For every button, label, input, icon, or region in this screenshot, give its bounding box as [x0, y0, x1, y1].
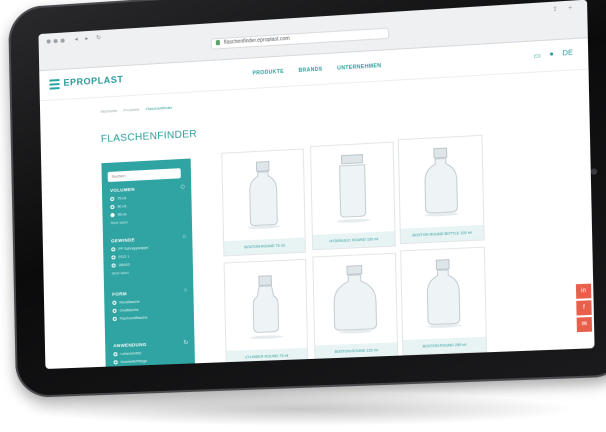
filter-option-label: Rundflasche: [119, 299, 140, 305]
breadcrumb: Startseite Produkte Flaschenfinder: [100, 105, 172, 114]
search-placeholder: Suchen: [111, 173, 126, 179]
radio-icon[interactable]: [110, 212, 115, 218]
tablet-device: ◂ ▸ ↻ ⇪ + flaschenfinder.eproplast.com E…: [8, 0, 606, 399]
radio-icon[interactable]: [112, 300, 117, 305]
product-card[interactable]: ZYLINDER ROUND 75 ml: [223, 258, 309, 367]
filter-group-title[interactable]: GEWINDE: [111, 235, 186, 243]
radio-icon[interactable]: [112, 316, 117, 322]
load-more-link[interactable]: Mehr laden: [112, 268, 187, 276]
bottle-image[interactable]: [313, 254, 396, 338]
logo-text[interactable]: EPROPLAST: [63, 74, 123, 88]
facebook-icon[interactable]: f: [576, 300, 592, 316]
cart-icon[interactable]: ▭: [534, 51, 541, 60]
breadcrumb-products[interactable]: Produkte: [123, 107, 139, 113]
product-label[interactable]: BOSTON ROUND 250 ml: [403, 336, 487, 355]
filter-option[interactable]: Kosmetik/Pflege: [113, 357, 189, 365]
filter-option-label: 75 ml: [117, 196, 127, 201]
filter-group: GEWINDE ⌂ PP Schnappkappe PCO 1 28/410 Mehr l…: [111, 234, 187, 276]
filter-group: VOLUMEN ◇ 75 ml 90 ml 95 ml Mehr laden: [110, 184, 186, 225]
breadcrumb-current: Flaschenfinder: [145, 104, 173, 112]
url-text: flaschenfinder.eproplast.com: [223, 35, 290, 46]
nav-brands[interactable]: BRANDS: [298, 66, 322, 74]
table-shadow: [20, 392, 580, 426]
filter-option-label: 28/410: [118, 262, 130, 268]
filter-group-icon[interactable]: ⌂: [182, 234, 186, 240]
filter-option-label: 95 ml: [117, 212, 127, 217]
chat-icon[interactable]: ●: [549, 51, 554, 60]
filter-option[interactable]: 95 ml: [110, 209, 186, 218]
browser-nav-icons[interactable]: ◂ ▸ ↻: [75, 34, 105, 43]
linkedin-icon[interactable]: in: [575, 283, 592, 299]
filter-option-label: Kosmetik/Pflege: [120, 359, 148, 365]
header-icons: ▭ ● DE: [534, 50, 574, 61]
main-nav: PRODUKTE BRANDS UNTERNEHMEN: [252, 63, 381, 77]
filter-option[interactable]: Ovalflasche: [112, 306, 188, 313]
product-label[interactable]: BOSTON ROUND 75 ml: [224, 237, 305, 256]
bottle-image[interactable]: [401, 248, 485, 332]
social-buttons: in f ✉: [575, 283, 593, 335]
filter-option-label: 90 ml: [117, 204, 127, 209]
nav-unternehmen[interactable]: UNTERNEHMEN: [337, 63, 381, 72]
radio-icon[interactable]: [110, 196, 115, 202]
breadcrumb-home[interactable]: Startseite: [100, 108, 117, 114]
product-card[interactable]: BOSTON ROUND 250 ml: [400, 246, 488, 356]
filter-group-title[interactable]: ANWENDUNG: [113, 340, 188, 348]
bottle-image[interactable]: [222, 149, 304, 233]
filter-option[interactable]: PP Schnappkappe: [111, 244, 186, 252]
page-title: FLASCHENFINDER: [100, 128, 198, 146]
radio-icon[interactable]: [111, 263, 116, 268]
bottle-image[interactable]: [311, 143, 394, 227]
filter-option-label: PP Schnappkappe: [118, 245, 149, 252]
filter-option-label: Ovalflasche: [119, 307, 139, 313]
product-card[interactable]: BOSTON ROUND 75 ml: [221, 148, 306, 257]
radio-icon[interactable]: [113, 360, 118, 365]
radio-icon[interactable]: [112, 308, 117, 313]
window-controls: [46, 38, 65, 44]
filter-search-input[interactable]: Suchen: [107, 168, 181, 183]
product-card[interactable]: BOSTON ROUND BOTTLE 100 ml: [397, 134, 485, 245]
filter-option[interactable]: Flachrundflasche: [112, 314, 188, 322]
filter-group-icon[interactable]: ↻: [183, 339, 188, 346]
filter-option[interactable]: 75 ml: [110, 193, 185, 202]
nav-produkte[interactable]: PRODUKTE: [252, 69, 284, 77]
product-label[interactable]: HYDRAULIC ROUND 100 ml: [312, 231, 395, 250]
filter-option-label: Lebensmittel: [120, 351, 142, 357]
radio-icon[interactable]: [111, 255, 116, 260]
filter-group-icon[interactable]: ○: [184, 288, 188, 294]
product-card[interactable]: HYDRAULIC ROUND 100 ml: [309, 141, 396, 251]
logo-icon[interactable]: [49, 79, 60, 90]
url-bar[interactable]: flaschenfinder.eproplast.com: [210, 27, 390, 50]
filter-option[interactable]: 90 ml: [110, 201, 185, 210]
radio-icon[interactable]: [110, 204, 115, 210]
bottle-image[interactable]: [225, 260, 307, 343]
mail-icon[interactable]: ✉: [576, 316, 593, 333]
product-label[interactable]: BOSTON ROUND BOTTLE 100 ml: [400, 224, 484, 244]
tablet-screen: ◂ ▸ ↻ ⇪ + flaschenfinder.eproplast.com E…: [38, 0, 595, 369]
radio-icon[interactable]: [111, 247, 116, 252]
browser-toolbar-icons[interactable]: ⇪ +: [552, 4, 576, 13]
filter-option[interactable]: 28/410: [111, 260, 187, 268]
photo-stage: ◂ ▸ ↻ ⇪ + flaschenfinder.eproplast.com E…: [0, 0, 606, 432]
load-more-link[interactable]: Mehr laden: [111, 218, 186, 225]
lock-icon: [215, 39, 220, 46]
product-card[interactable]: BOSTON ROUND 125 ml: [312, 252, 399, 361]
filter-option-label: PCO 1: [118, 254, 130, 260]
filter-option[interactable]: PCO 1: [111, 252, 186, 260]
filter-group-title[interactable]: VOLUMEN: [110, 184, 185, 193]
filter-group-icon[interactable]: ◇: [180, 183, 185, 190]
filter-option[interactable]: Lebensmittel: [113, 349, 188, 357]
filter-option[interactable]: Rundflasche: [112, 298, 187, 305]
filter-sidebar: Suchen VOLUMEN ◇ 75 ml 90 ml 95 ml Mehr laden…: [101, 158, 196, 369]
bottle-image[interactable]: [399, 136, 483, 221]
language-select[interactable]: DE: [562, 50, 573, 59]
filter-group-title[interactable]: FORM: [112, 289, 187, 297]
radio-icon[interactable]: [113, 352, 118, 357]
filter-option-label: Flachrundflasche: [119, 315, 148, 321]
filter-group: FORM ○ Rundflasche Ovalflasche Flachrundflas…: [112, 288, 188, 322]
